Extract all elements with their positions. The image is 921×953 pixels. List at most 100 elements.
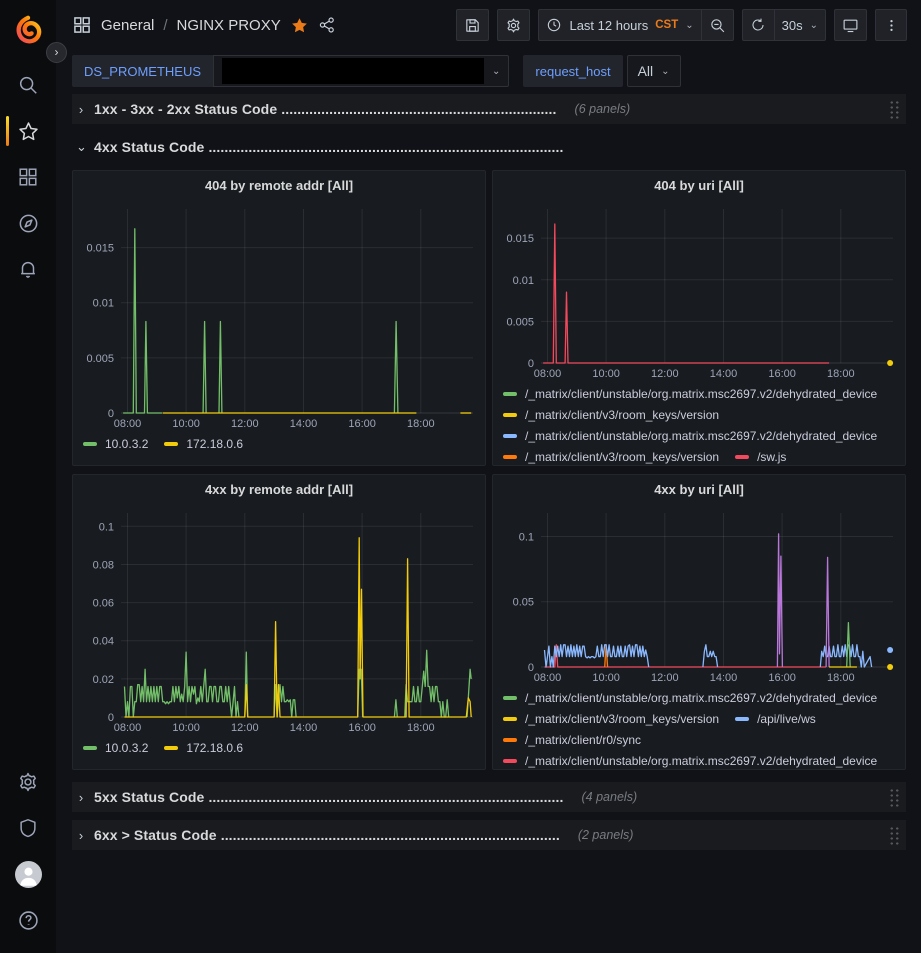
shield-icon — [17, 817, 39, 839]
avatar — [15, 861, 42, 888]
legend-item[interactable]: /_matrix/client/unstable/org.matrix.msc2… — [503, 691, 877, 705]
legend-swatch — [503, 696, 517, 700]
grafana-logo-icon — [13, 15, 43, 45]
sidebar-item-explore[interactable] — [0, 200, 56, 246]
refresh-button[interactable] — [742, 9, 774, 41]
panel-title[interactable]: 404 by uri [All] — [501, 171, 897, 199]
svg-text:0.005: 0.005 — [86, 353, 114, 365]
legend-item[interactable]: /_matrix/client/v3/room_keys/version — [503, 408, 719, 422]
legend-item[interactable]: /_matrix/client/unstable/org.matrix.msc2… — [503, 387, 877, 401]
breadcrumb-folder[interactable]: General — [101, 17, 154, 34]
ds-prometheus-dropdown[interactable]: ⌄ — [213, 55, 509, 87]
sidebar-item-search[interactable] — [0, 62, 56, 108]
legend-item[interactable]: /_matrix/client/r0/sync — [503, 733, 641, 747]
row-drag-handle[interactable] — [889, 100, 900, 119]
timeseries-chart[interactable]: 08:0010:0012:0014:0016:0018:0000.020.040… — [81, 503, 479, 735]
row-5xx[interactable]: › 5xx Status Code ......................… — [72, 782, 906, 812]
legend-label: /sw.js — [757, 450, 786, 464]
svg-text:0: 0 — [528, 358, 534, 370]
kebab-icon — [884, 18, 899, 33]
save-dashboard-button[interactable] — [456, 9, 489, 41]
panel-row-2: 4xx by remote addr [All] 08:0010:0012:00… — [72, 474, 906, 770]
share-icon[interactable] — [318, 16, 336, 34]
legend-item[interactable]: /api/live/ws — [735, 712, 816, 726]
time-range-picker[interactable]: Last 12 hours CST ⌄ — [538, 9, 700, 41]
legend-item[interactable]: 172.18.0.6 — [164, 437, 243, 451]
row-drag-handle[interactable] — [889, 788, 900, 807]
svg-text:12:00: 12:00 — [231, 722, 259, 734]
legend-label: 172.18.0.6 — [186, 437, 243, 451]
panel-title[interactable]: 4xx by remote addr [All] — [81, 475, 477, 503]
row-drag-handle[interactable] — [889, 826, 900, 845]
legend-item[interactable]: /_matrix/client/v3/room_keys/version — [503, 712, 719, 726]
chart-legend: /_matrix/client/unstable/org.matrix.msc2… — [501, 381, 897, 464]
row-1xx-3xx-2xx[interactable]: › 1xx - 3xx - 2xx Status Code ..........… — [72, 94, 906, 124]
row-panel-count: (4 panels) — [582, 790, 881, 804]
dashboard-content: › 1xx - 3xx - 2xx Status Code ..........… — [56, 92, 921, 953]
panel-title[interactable]: 404 by remote addr [All] — [81, 171, 477, 199]
zoom-out-button[interactable] — [701, 9, 734, 41]
svg-text:18:00: 18:00 — [827, 368, 855, 380]
legend-swatch — [503, 717, 517, 721]
row-expand-chevron: ⌄ — [76, 139, 86, 155]
legend-item[interactable]: 10.0.3.2 — [83, 741, 148, 755]
legend-item[interactable]: 172.18.0.6 — [164, 741, 243, 755]
panel-title[interactable]: 4xx by uri [All] — [501, 475, 897, 503]
request-host-dropdown[interactable]: All ⌄ — [627, 55, 681, 87]
sidebar-item-configuration[interactable] — [0, 759, 56, 805]
legend-swatch — [503, 738, 517, 742]
svg-text:16:00: 16:00 — [348, 418, 376, 430]
kebab-menu-button[interactable] — [875, 9, 907, 41]
sidebar-item-help[interactable] — [0, 897, 56, 943]
tv-mode-button[interactable] — [834, 9, 867, 41]
dashboard-settings-button[interactable] — [497, 9, 530, 41]
row-panel-count: (2 panels) — [578, 828, 881, 842]
gear-icon — [17, 771, 39, 793]
svg-text:08:00: 08:00 — [534, 672, 562, 684]
sidebar-item-starred[interactable] — [0, 108, 56, 154]
timeseries-chart[interactable]: 08:0010:0012:0014:0016:0018:0000.0050.01… — [81, 199, 479, 431]
svg-text:10:00: 10:00 — [172, 722, 200, 734]
zoom-out-icon — [709, 17, 726, 34]
refresh-interval-picker[interactable]: 30s ⌄ — [774, 9, 826, 41]
sidebar-expand-button[interactable]: › — [46, 42, 67, 63]
favorite-star-icon[interactable] — [290, 16, 309, 35]
panel-row-1: 404 by remote addr [All] 08:0010:0012:00… — [72, 170, 906, 466]
row-6xx[interactable]: › 6xx > Status Code ....................… — [72, 820, 906, 850]
refresh-icon — [750, 17, 766, 33]
row-4xx[interactable]: ⌄ 4xx Status Code ......................… — [72, 132, 906, 162]
row-expand-chevron: › — [76, 102, 86, 117]
legend-item[interactable]: 10.0.3.2 — [83, 437, 148, 451]
request-host-value: All — [638, 63, 654, 79]
svg-text:0.1: 0.1 — [519, 532, 534, 544]
legend-swatch — [503, 413, 517, 417]
toolbar: Last 12 hours CST ⌄ — [456, 9, 907, 41]
chevron-down-icon: ⌄ — [810, 20, 818, 31]
legend-label: /_matrix/client/unstable/org.matrix.msc2… — [525, 387, 877, 401]
sidebar-item-alerting[interactable] — [0, 246, 56, 292]
legend-item[interactable]: /_matrix/client/unstable/org.matrix.msc2… — [503, 754, 877, 768]
legend-swatch — [164, 746, 178, 750]
sidebar-item-dashboards[interactable] — [0, 154, 56, 200]
svg-text:18:00: 18:00 — [827, 672, 855, 684]
legend-item[interactable]: /_matrix/client/v3/room_keys/version — [503, 450, 719, 464]
legend-item[interactable]: /_matrix/client/unstable/org.matrix.msc2… — [503, 429, 877, 443]
legend-label: /_matrix/client/r0/sync — [525, 733, 641, 747]
timeseries-chart[interactable]: 08:0010:0012:0014:0016:0018:0000.050.1 — [501, 503, 899, 685]
sidebar — [0, 0, 56, 953]
search-icon — [17, 74, 39, 96]
question-icon — [17, 909, 40, 932]
apps-grid-icon — [72, 15, 92, 35]
legend-item[interactable]: /sw.js — [735, 450, 786, 464]
timeseries-chart[interactable]: 08:0010:0012:0014:0016:0018:0000.0050.01… — [501, 199, 899, 381]
page-title[interactable]: NGINX PROXY — [177, 17, 281, 34]
refresh-controls: 30s ⌄ — [742, 9, 826, 41]
svg-text:14:00: 14:00 — [290, 722, 318, 734]
svg-text:0.04: 0.04 — [93, 636, 114, 648]
sidebar-item-server-admin[interactable] — [0, 805, 56, 851]
sidebar-item-profile[interactable] — [0, 851, 56, 897]
timezone-label: CST — [655, 19, 678, 31]
panel-404-by-remote-addr: 404 by remote addr [All] 08:0010:0012:00… — [72, 170, 486, 466]
compass-icon — [17, 212, 40, 235]
svg-text:10:00: 10:00 — [172, 418, 200, 430]
